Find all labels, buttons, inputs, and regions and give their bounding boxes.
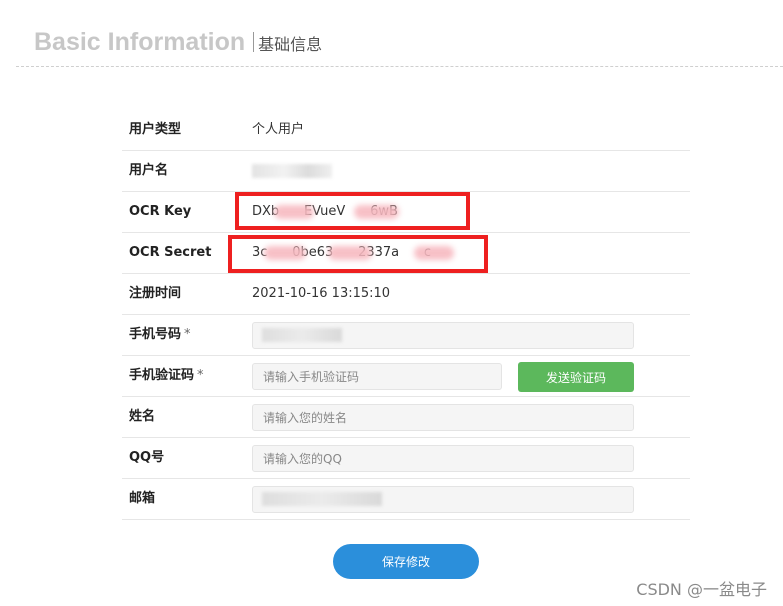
sms-code-label: 手机验证码 * — [129, 368, 204, 383]
required-mark: * — [197, 368, 204, 383]
qq-field[interactable] — [252, 445, 634, 472]
user-type-value: 个人用户 — [252, 122, 305, 137]
phone-redacted — [262, 328, 342, 342]
ocr-secret-highlight-box — [228, 235, 488, 273]
ocr-key-label: OCR Key — [129, 204, 192, 219]
page-header: Basic Information 基础信息 — [34, 28, 322, 57]
register-time-label: 注册时间 — [129, 286, 182, 301]
row-sms-code: 手机验证码* 发送验证码 — [122, 356, 690, 397]
row-name: 姓名 — [122, 397, 690, 438]
username-redacted — [252, 163, 332, 178]
save-changes-button[interactable]: 保存修改 — [333, 544, 479, 579]
qq-label: QQ号 — [129, 450, 165, 465]
row-register-time: 注册时间 2021-10-16 13:15:10 — [122, 274, 690, 315]
basic-info-form: 用户类型 个人用户 用户名 OCR Key DXb EVueV 6wB OCR … — [122, 110, 690, 520]
title-separator — [253, 32, 255, 52]
email-redacted — [262, 492, 382, 506]
username-value — [252, 151, 332, 191]
watermark: CSDN @一盆电子 — [636, 580, 767, 599]
required-mark: * — [184, 327, 191, 342]
row-phone: 手机号码 * — [122, 315, 690, 356]
row-user-type: 用户类型 个人用户 — [122, 110, 690, 151]
row-username: 用户名 — [122, 151, 690, 192]
name-label: 姓名 — [129, 409, 156, 424]
name-field[interactable] — [252, 404, 634, 431]
username-label: 用户名 — [129, 163, 169, 178]
ocr-secret-label: OCR Secret — [129, 245, 212, 260]
phone-label: 手机号码 * — [129, 327, 191, 342]
row-qq: QQ号 — [122, 438, 690, 479]
user-type-label: 用户类型 — [129, 122, 182, 137]
row-email: 邮箱 — [122, 479, 690, 520]
header-divider — [16, 66, 783, 67]
page-subtitle: 基础信息 — [258, 35, 323, 54]
send-code-button[interactable]: 发送验证码 — [518, 362, 634, 392]
email-label: 邮箱 — [129, 491, 156, 506]
ocr-key-highlight-box — [235, 192, 470, 230]
page-title: Basic Information — [34, 28, 246, 56]
register-time-value: 2021-10-16 13:15:10 — [252, 286, 391, 301]
sms-code-field[interactable] — [252, 363, 502, 390]
